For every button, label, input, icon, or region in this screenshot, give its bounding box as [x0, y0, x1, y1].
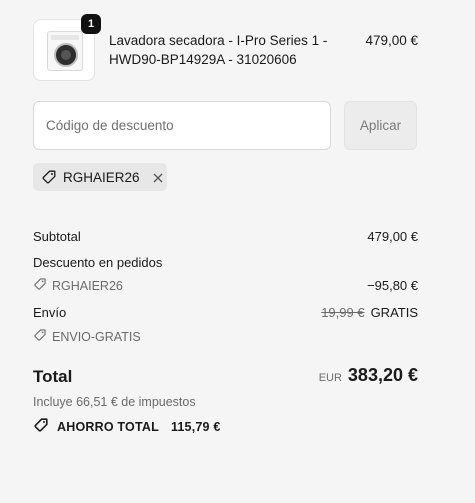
- shipping-code: ENVIO-GRATIS: [52, 330, 141, 344]
- order-discount-code-row: RGHAIER26 −95,80 €: [33, 277, 418, 296]
- applied-discount-chip: RGHAIER26: [33, 163, 167, 191]
- order-discount-code: RGHAIER26: [52, 279, 123, 293]
- remove-discount-close-icon[interactable]: [152, 171, 164, 183]
- order-summary-panel: 1 Lavadora secadora - I-Pro Series 1 - H…: [0, 0, 475, 503]
- tag-icon: [33, 277, 47, 296]
- savings-value: 115,79 €: [170, 419, 221, 434]
- product-name: Lavadora secadora - I-Pro Series 1 - HWD…: [109, 33, 328, 67]
- tag-icon: [41, 169, 57, 185]
- order-discount-label: Descuento en pedidos: [33, 255, 163, 270]
- subtotal-value: 479,00 €: [367, 229, 418, 244]
- cart-line-item: 1 Lavadora secadora - I-Pro Series 1 - H…: [33, 14, 418, 81]
- total-row: Total EUR 383,20 €: [33, 365, 418, 389]
- discount-code-input[interactable]: [33, 101, 331, 150]
- shipping-original-price: 19,99 €: [321, 305, 365, 320]
- applied-discount-code: RGHAIER26: [63, 169, 140, 185]
- order-discount-row: Descuento en pedidos: [33, 254, 418, 271]
- shipping-label: Envío: [33, 305, 67, 320]
- savings-label: AHORRO TOTAL: [57, 419, 159, 434]
- currency-code: EUR: [318, 372, 342, 384]
- washing-machine-image: [47, 31, 83, 71]
- subtotal-label: Subtotal: [33, 229, 81, 244]
- taxes-note: Incluye 66,51 € de impuestos: [33, 395, 196, 409]
- product-price: 479,00 €: [365, 33, 418, 48]
- savings-tag-icon: [33, 417, 49, 436]
- product-thumbnail: 1: [33, 14, 101, 81]
- shipping-code-row: ENVIO-GRATIS: [33, 328, 418, 347]
- shipping-value: GRATIS: [370, 305, 418, 320]
- apply-discount-button[interactable]: Aplicar: [344, 101, 417, 150]
- total-savings: AHORRO TOTAL 115,79 €: [33, 417, 221, 436]
- tag-icon: [33, 328, 47, 347]
- shipping-row: Envío 19,99 € GRATIS: [33, 304, 418, 321]
- subtotal-row: Subtotal 479,00 €: [33, 228, 418, 245]
- total-amount: 383,20 €: [347, 365, 418, 385]
- quantity-badge: 1: [81, 14, 101, 34]
- total-label: Total: [33, 367, 73, 386]
- order-discount-value: −95,80 €: [367, 278, 418, 293]
